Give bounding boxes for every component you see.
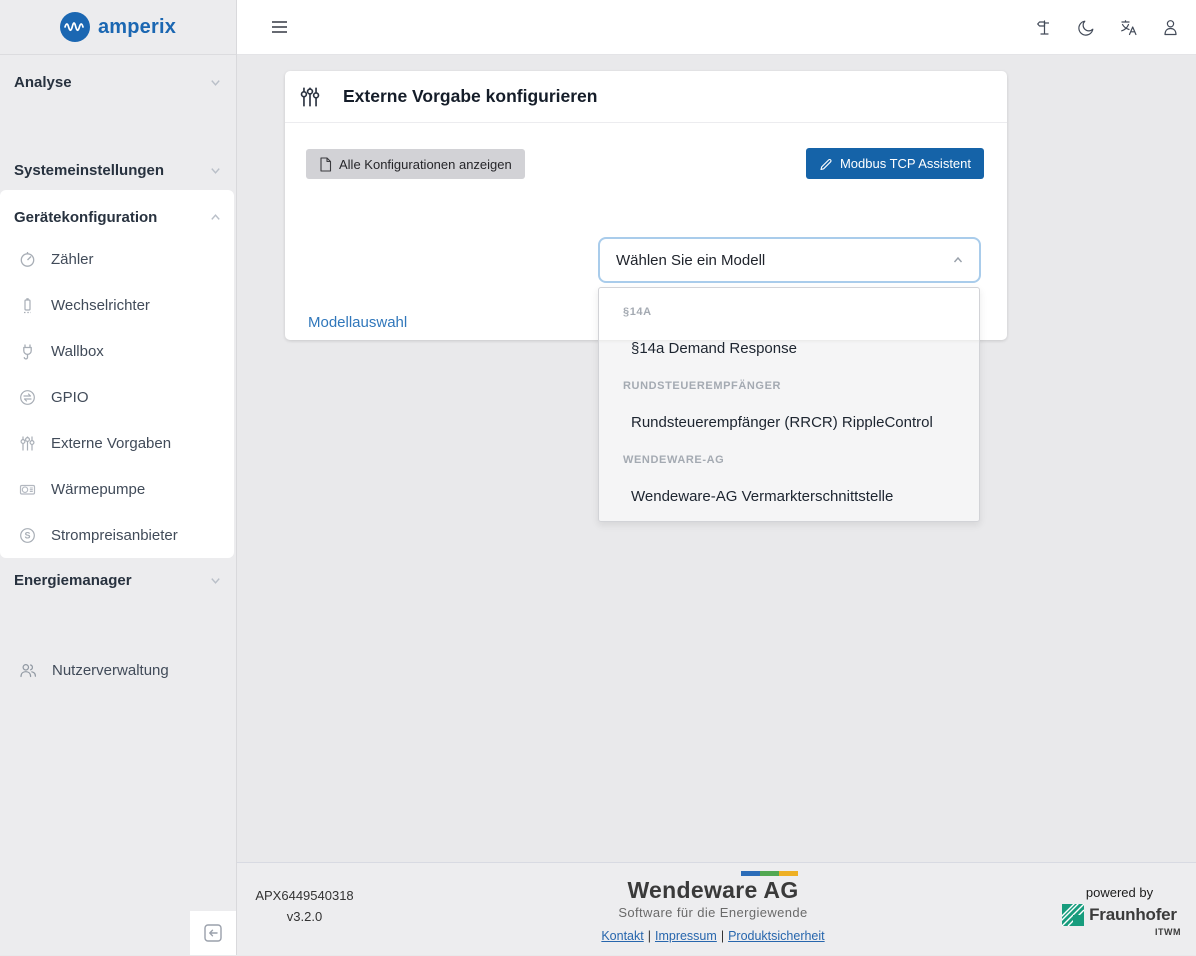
sidebar-item-wallbox[interactable]: Wallbox [0, 328, 234, 374]
wand-icon [819, 157, 833, 171]
swap-circle-icon [19, 389, 36, 406]
link-produktsicherheit[interactable]: Produktsicherheit [728, 929, 825, 943]
heatpump-icon [19, 481, 36, 498]
company-tagline: Software für die Energiewende [603, 905, 823, 920]
footer: APX6449540318 v3.2.0 Wendeware AG Softwa… [237, 862, 1196, 955]
dropdown-group-header: RUNDSTEUEREMPFÄNGER [599, 367, 979, 404]
device-id: APX6449540318 [237, 885, 372, 906]
document-icon [319, 157, 332, 172]
sidebar-section-energiemanager[interactable]: Energiemanager [0, 566, 236, 594]
chevron-down-icon [209, 574, 222, 587]
hamburger-icon [271, 20, 288, 34]
model-dropdown-list: §14A §14a Demand Response RUNDSTEUEREMPF… [598, 287, 980, 522]
menu-toggle-button[interactable] [265, 13, 293, 41]
page-title: Externe Vorgabe konfigurieren [343, 86, 597, 107]
sidebar-item-gpio[interactable]: GPIO [0, 374, 234, 420]
signpost-icon[interactable] [1029, 12, 1059, 42]
model-select-value: Wählen Sie ein Modell [616, 252, 765, 269]
sidebar-item-nutzerverwaltung[interactable]: Nutzerverwaltung [0, 656, 236, 684]
dropdown-option-wendeware-vermarkterschnittstelle[interactable]: Wendeware-AG Vermarkterschnittstelle [599, 478, 979, 515]
app-version: v3.2.0 [237, 906, 372, 927]
price-circle-icon: S [19, 527, 36, 544]
sidebar: amperix Analyse Systemeinstellungen Gerä… [0, 0, 237, 955]
moon-icon[interactable] [1071, 12, 1101, 42]
sidebar-item-externe-vorgaben[interactable]: Externe Vorgaben [0, 420, 234, 466]
sidebar-section-analyse[interactable]: Analyse [0, 68, 236, 96]
gauge-icon [19, 251, 36, 268]
link-kontakt[interactable]: Kontakt [601, 929, 643, 943]
topbar [237, 0, 1196, 55]
dropdown-group-header: WENDEWARE-AG [599, 441, 979, 478]
sidebar-section-geraetekonfiguration[interactable]: Gerätekonfiguration [0, 203, 236, 231]
chevron-down-icon [209, 76, 222, 89]
sliders-icon [19, 435, 36, 452]
dropdown-option-rundsteuerempfaenger[interactable]: Rundsteuerempfänger (RRCR) RippleControl [599, 404, 979, 441]
wendeware-color-bar [741, 871, 798, 876]
fraunhofer-name: Fraunhofer [1089, 905, 1177, 925]
powered-by-label: powered by [1057, 885, 1182, 900]
sidebar-expanded-panel: Gerätekonfiguration Zähler [0, 190, 234, 558]
waveform-circle-icon [60, 12, 90, 42]
fraunhofer-logo-icon [1062, 904, 1084, 926]
sidebar-item-waermepumpe[interactable]: Wärmepumpe [0, 466, 234, 512]
company-name: Wendeware AG [603, 877, 823, 904]
link-impressum[interactable]: Impressum [655, 929, 717, 943]
chevron-down-icon [209, 164, 222, 177]
user-icon[interactable] [1155, 12, 1185, 42]
modbus-tcp-assistant-button[interactable]: Modbus TCP Assistent [806, 148, 984, 179]
users-icon [19, 662, 37, 679]
footer-links: Kontakt|Impressum|Produktsicherheit [523, 929, 903, 943]
model-select[interactable]: Wählen Sie ein Modell [598, 237, 981, 283]
sidebar-item-zaehler[interactable]: Zähler [0, 236, 234, 282]
collapse-sidebar-icon [203, 923, 223, 943]
svg-text:S: S [24, 530, 30, 540]
show-all-configurations-button[interactable]: Alle Konfigurationen anzeigen [306, 149, 525, 179]
sidebar-section-systemeinstellungen[interactable]: Systemeinstellungen [0, 156, 236, 184]
dropdown-option-14a-demand-response[interactable]: §14a Demand Response [599, 330, 979, 367]
translate-icon[interactable] [1113, 12, 1143, 42]
battery-icon [19, 297, 36, 314]
sliders-icon [299, 86, 321, 108]
model-select-label: Modellauswahl [308, 314, 407, 331]
plug-icon [19, 343, 36, 360]
sidebar-item-strompreisanbieter[interactable]: S Strompreisanbieter [0, 512, 234, 558]
card-header: Externe Vorgabe konfigurieren [285, 71, 1007, 123]
chevron-up-icon [951, 253, 965, 267]
brand-logo[interactable]: amperix [0, 0, 236, 55]
dropdown-group-header: §14A [599, 293, 979, 330]
fraunhofer-unit: ITWM [1155, 927, 1181, 937]
collapse-sidebar-button[interactable] [190, 911, 236, 955]
brand-name: amperix [98, 16, 176, 39]
chevron-up-icon [209, 211, 222, 224]
sidebar-item-wechselrichter[interactable]: Wechselrichter [0, 282, 234, 328]
